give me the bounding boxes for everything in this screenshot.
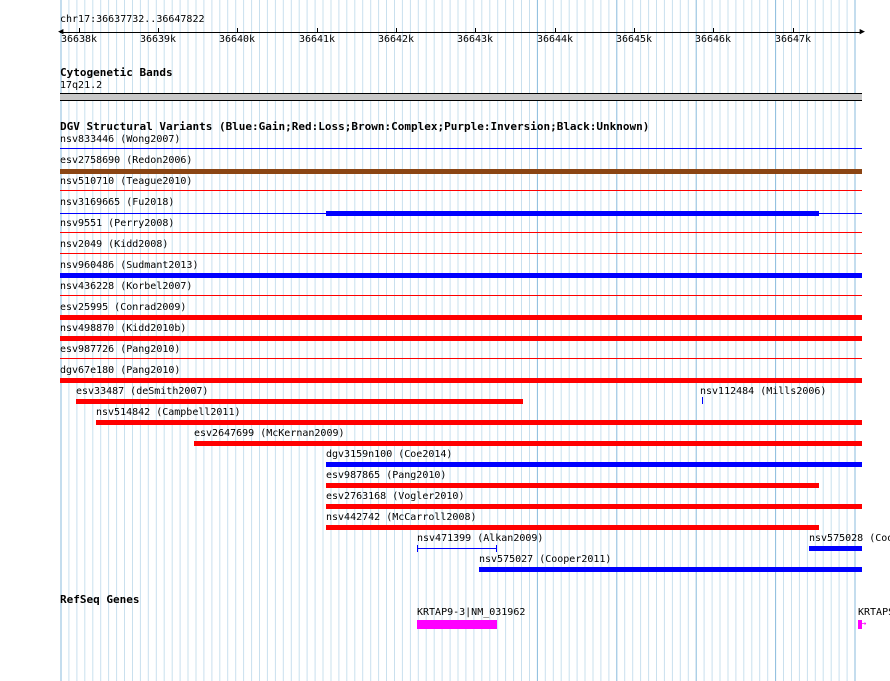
dgv-feature-bar[interactable] [60,336,862,341]
dgv-feature-connector [60,232,862,233]
dgv-feature-bar[interactable] [479,567,862,572]
ruler-tick [317,28,318,33]
dgv-feature-label: nsv498870 (Kidd2010b) [60,323,187,334]
ruler-tick-label: 36643k [456,34,494,45]
ruler-tick [396,28,397,33]
ruler-tick [634,28,635,33]
dgv-feature-bar[interactable] [60,273,862,278]
dgv-feature-connector [60,190,862,191]
ruler-tick [237,28,238,33]
position-label: chr17:36637732..36647822 [60,14,205,25]
ruler-tick-label: 36641k [298,34,336,45]
dgv-feature-label: nsv436228 (Korbel2007) [60,281,193,292]
dgv-feature-label: esv33487 (deSmith2007) [76,386,209,397]
ruler-right-arrow-icon[interactable]: ▶ [860,27,865,37]
dgv-feature-label: nsv960486 (Sudmant2013) [60,260,199,271]
dgv-feature-label: nsv510710 (Teague2010) [60,176,193,187]
dgv-feature-bar[interactable] [326,483,819,488]
ruler-tick-label: 36644k [536,34,574,45]
dgv-feature-connector [60,295,862,296]
dgv-feature-label: esv25995 (Conrad2009) [60,302,187,313]
dgv-feature-end-cap [496,545,497,552]
dgv-feature-label: dgv3159n100 (Coe2014) [326,449,453,460]
dgv-feature-connector [60,358,862,359]
dgv-feature-label: nsv2049 (Kidd2008) [60,239,169,250]
ruler-tick-label: 36638k [60,34,98,45]
dgv-feature-label: nsv112484 (Mills2006) [700,386,827,397]
ruler-tick-label: 36639k [139,34,177,45]
ruler-tick [79,28,80,33]
ruler-line [60,32,862,33]
dgv-feature-bar[interactable] [809,546,862,551]
refseq-track-title: RefSeq Genes [60,593,140,606]
dgv-feature-label: nsv9551 (Perry2008) [60,218,175,229]
dgv-feature-connector [60,253,862,254]
ruler-tick-label: 36646k [694,34,732,45]
dgv-feature-connector [60,148,862,149]
dgv-feature-bar[interactable] [326,504,862,509]
ruler-tick-label: 36642k [377,34,415,45]
dgv-feature-label: esv2758690 (Redon2006) [60,155,193,166]
ruler: ◀ ▶ 36638k 36639k 36640k 36641k 36642k 36643k… [58,27,865,48]
ruler-tick [158,28,159,33]
dgv-track-title: DGV Structural Variants (Blue:Gain;Red:L… [60,120,650,133]
refseq-gene-label: KRTAP9-3|NM_031962 [417,607,526,618]
ruler-tick [555,28,556,33]
dgv-feature-bar[interactable] [76,399,523,404]
dgv-feature-bar[interactable] [60,169,862,174]
ruler-tick-label: 36640k [218,34,256,45]
dgv-feature-label: esv987865 (Pang2010) [326,470,447,481]
dgv-feature-label: esv2763168 (Vogler2010) [326,491,465,502]
dgv-feature-bar[interactable] [326,525,819,530]
dgv-feature-label: nsv575027 (Cooper2011) [479,554,612,565]
gene-strand-arrow-icon: → [861,619,867,629]
refseq-gene-bar[interactable] [417,620,497,629]
dgv-feature-bar[interactable] [96,420,862,425]
dgv-feature-bar[interactable] [326,462,862,467]
cytoband-label: 17q21.2 [60,80,103,91]
ruler-tick [713,28,714,33]
cytoband-track-title: Cytogenetic Bands [60,66,173,79]
ruler-tick-label: 36647k [774,34,812,45]
ruler-tick [793,28,794,33]
dgv-feature-label: nsv3169665 (Fu2018) [60,197,175,208]
cytoband-bar[interactable] [60,93,862,101]
ruler-tick-label: 36645k [615,34,653,45]
dgv-feature-label: nsv471399 (Alkan2009) [417,533,544,544]
dgv-feature-bar[interactable] [417,545,497,552]
dgv-feature-label: nsv442742 (McCarroll2008) [326,512,477,523]
dgv-feature-label: nsv514842 (Campbell2011) [96,407,241,418]
dgv-feature-end-cap [417,545,418,552]
ruler-tick [475,28,476,33]
dgv-feature-label: nsv833446 (Wong2007) [60,134,181,145]
dgv-feature-bar[interactable] [702,397,703,404]
dgv-feature-bar[interactable] [326,211,819,216]
dgv-feature-label: nsv575028 (Coo [809,533,890,544]
dgv-feature-bar[interactable] [194,441,862,446]
dgv-feature-bar[interactable] [60,315,862,320]
dgv-feature-label: esv987726 (Pang2010) [60,344,181,355]
dgv-feature-bar[interactable] [60,378,862,383]
dgv-feature-label: dgv67e180 (Pang2010) [60,365,181,376]
dgv-feature-label: esv2647699 (McKernan2009) [194,428,345,439]
